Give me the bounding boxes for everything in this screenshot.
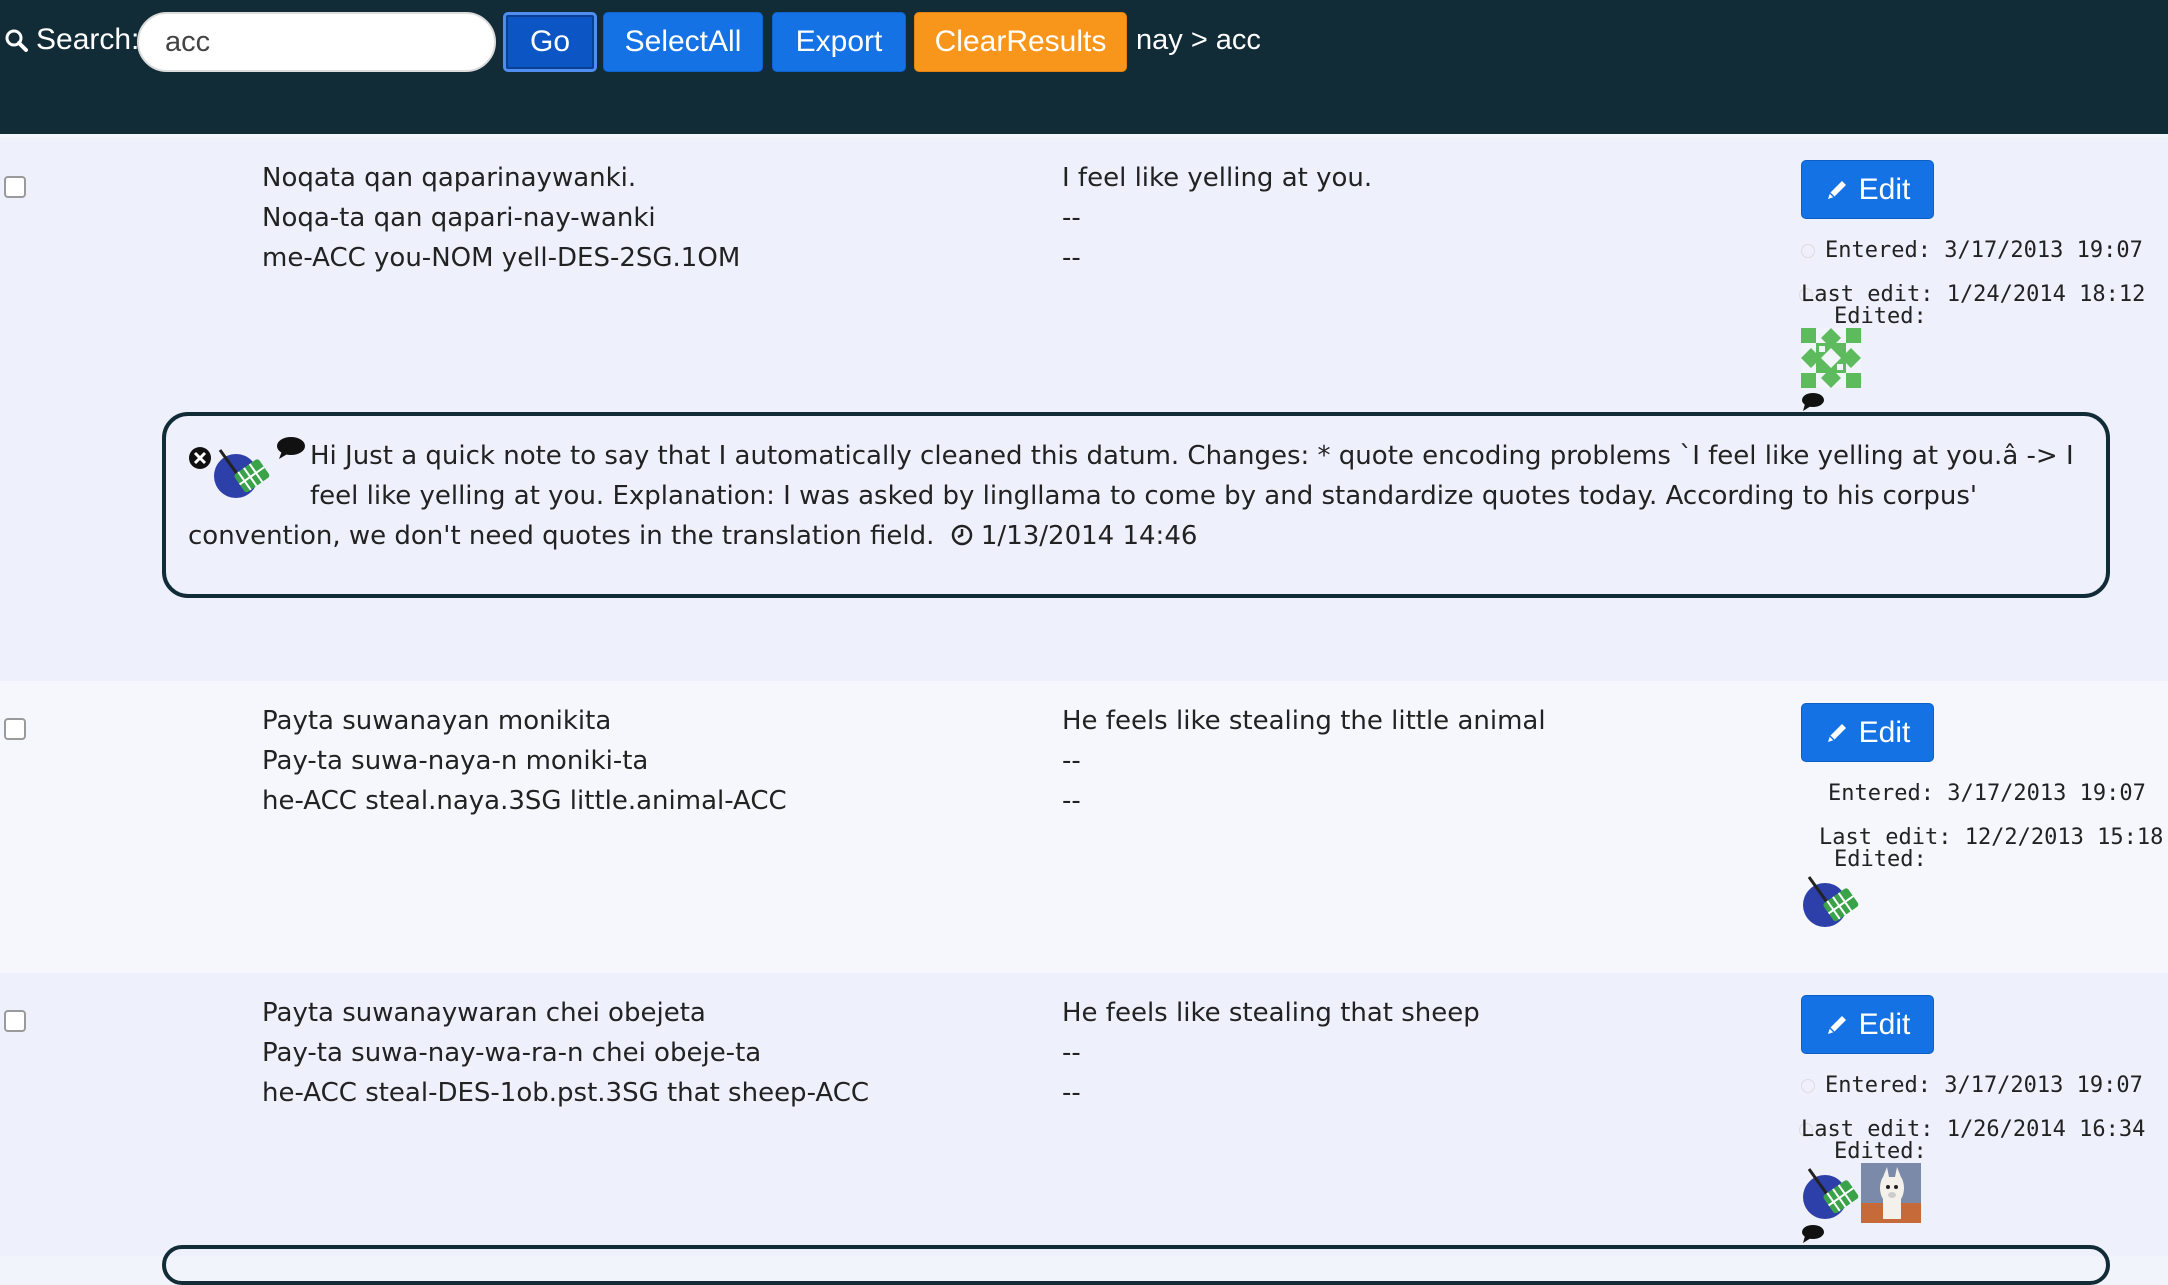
search-icon bbox=[5, 29, 28, 52]
gloss-line: he-ACC steal-DES-1ob.pst.3SG that sheep-… bbox=[262, 1078, 870, 1108]
cleaner-bot-avatar[interactable] bbox=[1801, 873, 1861, 933]
utterance-line: Noqata qan qaparinaywanki. bbox=[262, 163, 637, 193]
edited-label: Edited: bbox=[1834, 304, 1927, 329]
comment-icons bbox=[188, 436, 310, 512]
pencil-icon bbox=[1827, 723, 1846, 742]
search-input[interactable] bbox=[137, 12, 496, 72]
datum-row: Payta suwanayan monikita Pay-ta suwa-nay… bbox=[0, 681, 2168, 973]
row-checkbox[interactable] bbox=[4, 718, 26, 740]
row-checkbox[interactable] bbox=[4, 1010, 26, 1032]
utterance-block: Noqata qan qaparinaywanki. Noqa-ta qan q… bbox=[262, 158, 740, 278]
edit-button-label: Edit bbox=[1858, 172, 1911, 206]
entered-date: Entered: 3/17/2013 19:07 bbox=[1801, 1073, 2143, 1098]
utterance-line: Payta suwanaywaran chei obejeta bbox=[262, 998, 706, 1028]
pencil-icon bbox=[1827, 180, 1846, 199]
edit-button[interactable]: Edit bbox=[1801, 995, 1934, 1054]
translation-line: He feels like stealing the little animal bbox=[1062, 706, 1546, 736]
row-checkbox[interactable] bbox=[4, 176, 26, 198]
comment-box: Hi Just a quick note to say that I autom… bbox=[162, 412, 2110, 598]
morphemes-line: Noqa-ta qan qapari-nay-wanki bbox=[262, 203, 656, 233]
utterance-block: Payta suwanaywaran chei obejeta Pay-ta s… bbox=[262, 993, 869, 1113]
entered-date: Entered: 3/17/2013 19:07 bbox=[1828, 781, 2146, 806]
speech-bubble-icon[interactable] bbox=[1801, 1224, 1825, 1244]
morphemes-line: Pay-ta suwa-naya-n moniki-ta bbox=[262, 746, 649, 776]
edit-button-label: Edit bbox=[1858, 1007, 1911, 1041]
edited-label: Edited: bbox=[1834, 847, 1927, 872]
edited-label: Edited: bbox=[1834, 1139, 1927, 1164]
translation-line-3: -- bbox=[1062, 243, 1081, 273]
comment-timestamp: 1/13/2014 14:46 bbox=[980, 521, 1198, 551]
translation-line-3: -- bbox=[1062, 786, 1081, 816]
edit-button[interactable]: Edit bbox=[1801, 160, 1934, 219]
gloss-line: me-ACC you-NOM yell-DES-2SG.1OM bbox=[262, 243, 741, 273]
translation-block: He feels like stealing the little animal… bbox=[1062, 701, 1546, 821]
search-label: Search: bbox=[36, 23, 140, 56]
utterance-line: Payta suwanayan monikita bbox=[262, 706, 612, 736]
select-all-button[interactable]: SelectAll bbox=[603, 12, 763, 72]
cleaner-bot-avatar[interactable] bbox=[1801, 1165, 1861, 1225]
pencil-icon bbox=[1827, 1015, 1846, 1034]
speech-bubble-icon bbox=[277, 437, 305, 459]
edit-button[interactable]: Edit bbox=[1801, 703, 1934, 762]
datum-row: Payta suwanaywaran chei obejeta Pay-ta s… bbox=[0, 973, 2168, 1285]
translation-block: He feels like stealing that sheep -- -- bbox=[1062, 993, 1480, 1113]
user-avatar[interactable] bbox=[1801, 328, 1861, 388]
translation-line: He feels like stealing that sheep bbox=[1062, 998, 1480, 1028]
comment-box bbox=[162, 1245, 2110, 1285]
clock-icon bbox=[951, 524, 972, 546]
go-button[interactable]: Go bbox=[503, 12, 597, 72]
clock-icon bbox=[1801, 244, 1815, 258]
cleaner-bot-avatar bbox=[214, 449, 270, 498]
export-button[interactable]: Export bbox=[772, 12, 906, 72]
clear-results-button[interactable]: ClearResults bbox=[914, 12, 1127, 72]
gloss-line: he-ACC steal.naya.3SG little.animal-ACC bbox=[262, 786, 787, 816]
morphemes-line: Pay-ta suwa-nay-wa-ra-n chei obeje-ta bbox=[262, 1038, 762, 1068]
breadcrumb: nay > acc bbox=[1136, 24, 1261, 56]
translation-line-2: -- bbox=[1062, 203, 1081, 233]
translation-line-2: -- bbox=[1062, 746, 1081, 776]
utterance-block: Payta suwanayan monikita Pay-ta suwa-nay… bbox=[262, 701, 787, 821]
llama-avatar[interactable] bbox=[1861, 1163, 1921, 1223]
edit-button-label: Edit bbox=[1858, 715, 1911, 749]
translation-line-3: -- bbox=[1062, 1078, 1081, 1108]
translation-line: I feel like yelling at you. bbox=[1062, 163, 1373, 193]
translation-line-2: -- bbox=[1062, 1038, 1081, 1068]
close-icon[interactable] bbox=[188, 446, 212, 470]
speech-bubble-icon[interactable] bbox=[1801, 392, 1825, 412]
translation-block: I feel like yelling at you. -- -- bbox=[1062, 158, 1372, 278]
clock-icon bbox=[1801, 1079, 1815, 1093]
search-label-group: Search: bbox=[4, 20, 139, 60]
search-toolbar: Search: Go SelectAll Export ClearResults… bbox=[0, 0, 2168, 134]
entered-date: Entered: 3/17/2013 19:07 bbox=[1801, 238, 2143, 263]
datum-row: Noqata qan qaparinaywanki. Noqa-ta qan q… bbox=[0, 138, 2168, 681]
